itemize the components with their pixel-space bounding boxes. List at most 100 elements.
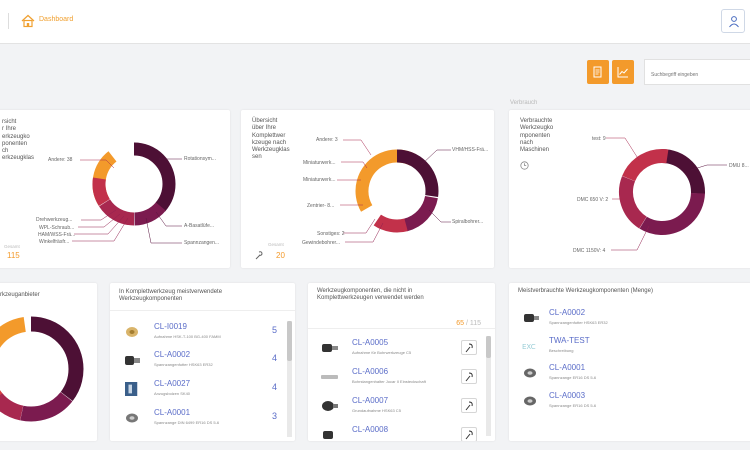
list-item[interactable]: CL-A0008: [308, 424, 495, 441]
chart-label: Miniaturwerk...: [303, 177, 336, 183]
donut-chart-machines: [606, 137, 727, 251]
chart-label: Drehwerkzeug...: [36, 217, 73, 223]
chart-label: Gewindebohrer...: [302, 240, 341, 246]
list-item[interactable]: CL-A0002 Spannzangenfutter HSK63 ER32: [509, 307, 750, 335]
assign-tool-button[interactable]: [461, 369, 477, 384]
title-line: Werkzeugkomponenten: [119, 296, 183, 303]
component-code[interactable]: CL-A0003: [549, 391, 585, 400]
component-code[interactable]: CL-A0001: [549, 363, 585, 372]
assign-tool-button[interactable]: [461, 398, 477, 413]
component-code[interactable]: CL-A0002: [154, 350, 190, 359]
list-item[interactable]: CL-A0001 Spannzange ER16 DS 5-6: [509, 362, 750, 390]
component-desc: Spannzange DIN 6499 ER16 DS 5-6: [154, 420, 220, 425]
assign-tool-button[interactable]: [461, 340, 477, 355]
tool-holder-icon: [126, 327, 138, 337]
component-code[interactable]: CL-A0008: [352, 425, 388, 434]
list-item[interactable]: CL-A0005 Aufnahme für Bohrwerkzeuge C5: [308, 337, 495, 365]
chart-label: Andere: 38: [48, 157, 73, 163]
component-code[interactable]: CL-A0006: [352, 367, 388, 376]
component-desc: Spannzange ER16 DS 5-6: [549, 375, 597, 380]
tool-holder-icon: [125, 356, 140, 365]
chart-label: HAM/WSS-Frä...: [38, 232, 76, 238]
component-desc: Grundaufnahme HSK63 C5: [352, 408, 401, 413]
chart-label: VHM/HSS-Frä...: [452, 147, 489, 153]
component-desc: Anzugsbolzen SK40: [154, 391, 191, 396]
card-tool-suppliers: rkzeuganbieter: [0, 283, 97, 441]
user-icon: [729, 16, 739, 28]
boring-bar-icon: [321, 375, 338, 379]
card-title: In Komplettwerkzeug meistverwendete Werk…: [119, 289, 222, 304]
scrollbar[interactable]: [486, 336, 491, 436]
assign-tool-button[interactable]: [461, 427, 477, 441]
wrench-icon: [255, 251, 263, 260]
divider: [110, 310, 295, 311]
list-item[interactable]: CL-I0019 Aufnahme HSK-T-100 BG-400 FAMM …: [110, 321, 295, 349]
chart-label: test: 9: [592, 136, 606, 142]
usage-count: 3: [271, 411, 277, 421]
document-icon: [593, 66, 602, 78]
home-icon[interactable]: [21, 14, 35, 28]
list-item[interactable]: CL-A0007 Grundaufnahme HSK63 C5: [308, 395, 495, 423]
chart-label: DMC 1150V: 4: [573, 248, 606, 254]
component-code[interactable]: CL-A0005: [352, 338, 388, 347]
component-code[interactable]: TWA-TEST: [549, 336, 590, 345]
component-code[interactable]: CL-A0027: [154, 379, 190, 388]
count-value: 115: [7, 251, 20, 260]
user-menu-button[interactable]: [721, 9, 745, 33]
component-desc: Beschreibung: [549, 348, 574, 353]
usage-count: 5: [271, 325, 277, 335]
unused-count: 65 / 115: [456, 320, 481, 327]
card-complete-tools-by-class: Übersicht über Ihre Komplettwer kzeuge n…: [241, 110, 494, 268]
component-code[interactable]: CL-A0007: [352, 396, 388, 405]
scrollbar-thumb[interactable]: [287, 321, 292, 361]
card-consumed-by-machine: Verbrauchte Werkzeugko mponenten nach Ma…: [509, 110, 750, 268]
tool-holder-icon: [322, 344, 338, 352]
tool-assign-icon: [465, 430, 473, 440]
component-code[interactable]: CL-I0019: [154, 322, 187, 331]
report-button[interactable]: [587, 60, 609, 84]
chart-label: Spiralbohrer...: [452, 219, 484, 225]
list-item[interactable]: CL-A0027 Anzugsbolzen SK40 4: [110, 378, 295, 406]
search-input[interactable]: [644, 59, 750, 85]
tool-holder-icon: [322, 401, 338, 411]
component-desc: Spannzange ER16 DS 5-6: [549, 403, 597, 408]
tool-holder-icon: [323, 431, 333, 439]
chart-label: Miniaturwerk...: [303, 160, 336, 166]
chart-label: WPL-Schraub...: [39, 225, 75, 231]
scrollbar[interactable]: [287, 321, 292, 437]
list-item[interactable]: CL-A0003 Spannzange ER16 DS 5-6: [509, 390, 750, 418]
donut-chart-suppliers: [0, 316, 84, 422]
chart-label: Winkelfräsfr...: [39, 239, 70, 245]
scrollbar-thumb[interactable]: [486, 336, 491, 358]
card-title: Werkzeugkomponenten, die nicht in Komple…: [317, 288, 424, 303]
list-item[interactable]: CL-A0002 Spannzangenfutter HSK63 ER32 4: [110, 349, 295, 377]
card-components-by-class: rsicht r Ihre erkzeugko ponenten ch erkz…: [0, 110, 230, 268]
placeholder-image-icon: EXC: [522, 343, 536, 351]
list-item[interactable]: CL-A0001 Spannzange DIN 6499 ER16 DS 5-6…: [110, 407, 295, 435]
chart-label: DMU 8...: [729, 163, 749, 169]
tool-assign-icon: [465, 343, 473, 353]
component-code[interactable]: CL-A0002: [549, 308, 585, 317]
component-desc: Aufnahme HSK-T-100 BG-400 FAMM: [154, 334, 221, 339]
line-chart-icon: [617, 67, 628, 78]
section-label-verbrauch: Verbrauch: [510, 100, 538, 106]
card-title: Meistverbrauchte Werkzeugkomponenten (Me…: [518, 288, 653, 294]
title-line: Komplettwerkzeugen verwendet werden: [317, 295, 424, 302]
tool-assign-icon: [465, 401, 473, 411]
top-bar: Dashboard: [0, 0, 750, 44]
count-label: Gesamt: [4, 244, 20, 249]
count-label: Gesamt: [268, 242, 284, 247]
svg-text:EXC: EXC: [522, 343, 536, 351]
tool-assign-icon: [465, 372, 473, 382]
list-item[interactable]: EXC TWA-TEST Beschreibung: [509, 335, 750, 363]
breadcrumb-dashboard[interactable]: Dashboard: [39, 16, 73, 23]
chart-label: A-Basatlüfe...: [184, 223, 215, 229]
chart-view-button[interactable]: [612, 60, 634, 84]
chart-label: DMC 650 V: 2: [577, 197, 609, 203]
component-desc: Spannzangenfutter HSK63 ER32: [549, 320, 608, 325]
unused-count-value: 65: [456, 320, 464, 327]
component-code[interactable]: CL-A0001: [154, 408, 190, 417]
chart-label: Andere: 3: [316, 137, 338, 143]
list-item[interactable]: CL-A0006 Bohrstangenhalter Jocar II Eins…: [308, 366, 495, 394]
card-most-consumed-quantity: Meistverbrauchte Werkzeugkomponenten (Me…: [509, 283, 750, 441]
